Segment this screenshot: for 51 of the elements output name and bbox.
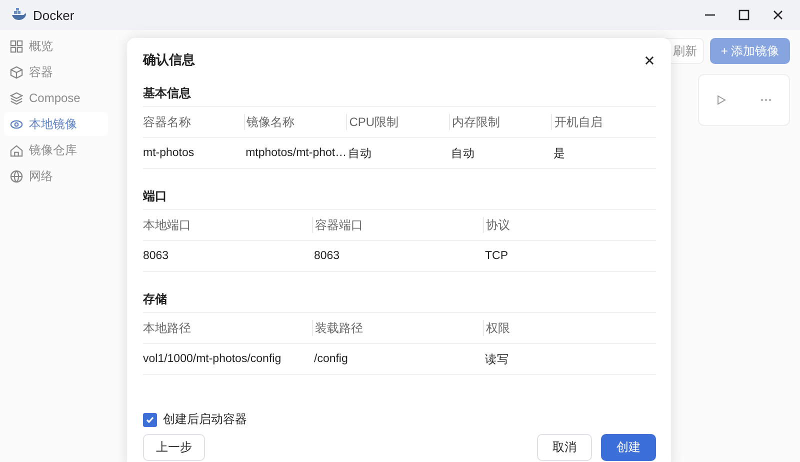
table-cell-text: 自动 — [450, 146, 476, 160]
check-icon — [145, 414, 155, 424]
sidebar-item[interactable]: 本地镜像 — [4, 112, 108, 136]
dialog-button[interactable]: 创建 — [601, 434, 656, 461]
table-cell-text: TCP — [485, 250, 509, 262]
sidebar-item[interactable]: Compose — [4, 86, 108, 110]
dialog-button[interactable]: 上一步 — [143, 434, 205, 461]
sidebar-item[interactable]: 容器 — [4, 60, 108, 84]
whale-logo-icon — [10, 7, 26, 23]
layers-icon — [10, 92, 23, 104]
sidebar-item[interactable]: 概览 — [4, 34, 108, 58]
toolbar-button[interactable]: + 添加镜像 — [710, 38, 790, 64]
table-cell-text: mtphotos/mt-phot… — [246, 147, 348, 159]
table-cell-text: 8063 — [143, 250, 170, 262]
column-header: 本地端口 — [143, 217, 192, 233]
column-header: 协议 — [483, 217, 656, 233]
table-cell-text: /config — [314, 353, 349, 365]
sidebar-item[interactable]: 镜像仓库 — [4, 138, 108, 162]
column-header: 容器名称 — [143, 114, 192, 130]
start-after-create-checkbox[interactable]: 创建后启动容器 — [143, 411, 247, 428]
sidebar-item[interactable]: 网络 — [4, 164, 108, 188]
close-icon[interactable] — [645, 56, 654, 64]
section-title: 基本信息 — [143, 82, 656, 107]
column-header: CPU限制 — [346, 114, 451, 130]
column-header: 本地路径 — [143, 320, 192, 336]
column-header: 权限 — [483, 320, 656, 336]
table-cell-text: 是 — [553, 146, 566, 160]
section-title: 端口 — [143, 185, 656, 210]
globe-icon — [10, 170, 23, 182]
table-cell-text: 自动 — [348, 146, 374, 160]
table-cell-text: mt-photos — [143, 147, 196, 159]
table-cell-text: 读写 — [485, 352, 510, 366]
dialog-title: 确认信息 — [143, 51, 195, 69]
section-title: 存储 — [143, 288, 656, 313]
cube-icon — [10, 66, 23, 78]
close-icon[interactable] — [772, 9, 784, 21]
table-cell-text: 8063 — [314, 250, 341, 262]
column-header: 内存限制 — [448, 114, 554, 130]
column-header: 开机自启 — [551, 114, 656, 130]
table-cell-text: vol1/1000/mt-photos/config — [143, 353, 282, 365]
house-icon — [10, 144, 23, 156]
window-title: Docker — [33, 8, 74, 22]
play-icon[interactable] — [716, 95, 726, 105]
grid-icon — [10, 40, 23, 52]
maximize-icon[interactable] — [738, 9, 750, 21]
eye-icon — [10, 118, 23, 130]
column-header: 镜像名称 — [244, 114, 348, 130]
dialog-button[interactable]: 取消 — [537, 434, 592, 461]
more-icon[interactable] — [760, 98, 772, 102]
column-header: 容器端口 — [312, 217, 485, 233]
column-header: 装载路径 — [312, 320, 485, 336]
